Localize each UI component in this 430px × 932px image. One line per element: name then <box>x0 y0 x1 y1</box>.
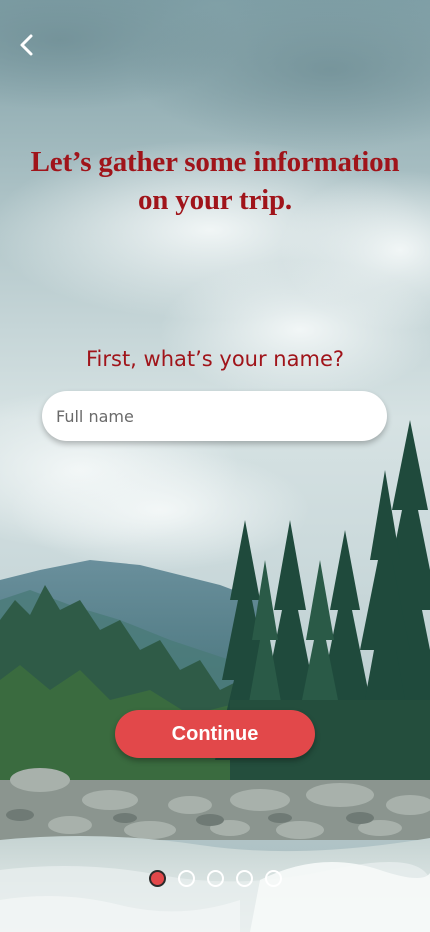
step-dot-5[interactable] <box>264 870 282 887</box>
chevron-left-icon <box>18 33 36 57</box>
page-headline: Let’s gather some information on your tr… <box>30 146 400 216</box>
continue-button[interactable]: Continue <box>115 710 315 758</box>
step-dot-3[interactable] <box>206 870 224 887</box>
step-dot-4[interactable] <box>235 870 253 887</box>
step-indicator <box>0 870 430 888</box>
step-dot-1[interactable] <box>148 870 166 887</box>
back-button[interactable] <box>10 28 44 62</box>
name-question-label: First, what’s your name? <box>85 347 345 371</box>
full-name-input[interactable] <box>42 391 387 441</box>
step-dot-2[interactable] <box>177 870 195 887</box>
trip-onboarding-screen: Let’s gather some information on your tr… <box>0 0 430 932</box>
mountain-forest-river-background <box>0 0 430 932</box>
